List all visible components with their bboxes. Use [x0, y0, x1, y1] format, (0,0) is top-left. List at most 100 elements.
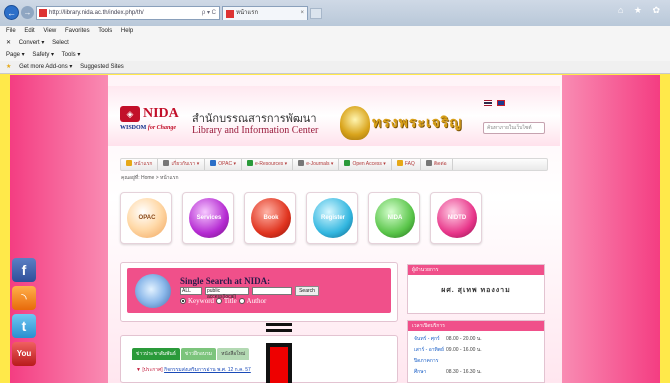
new-tab-button[interactable] — [310, 8, 322, 19]
nav-item[interactable]: e-Journals ▾ — [293, 159, 340, 170]
nav-item[interactable]: FAQ — [392, 159, 421, 170]
radio-keyword[interactable] — [180, 298, 186, 304]
radio-keyword-label: Keyword — [188, 297, 215, 305]
safety-menu[interactable]: Safety ▾ — [32, 52, 54, 58]
royal-banner-text: ทรงพระเจริญ — [372, 115, 463, 131]
command-bar-2: Page ▾ Safety ▾ Tools ▾ — [0, 49, 670, 61]
tab-title: หน้าแรก — [236, 10, 259, 16]
hours-row: ปิดภาคการศึกษา 08.30 - 16.30 น. — [414, 358, 482, 375]
quick-link-tile[interactable]: NIDA — [368, 192, 420, 244]
nav-item[interactable]: เกี่ยวกับเรา ▾ — [158, 159, 206, 170]
search-scope-select[interactable]: public access(local) — [205, 287, 249, 300]
nida-logo-icon[interactable]: ◈ — [120, 106, 140, 122]
nav-item-label: e-Journals ▾ — [306, 161, 334, 167]
forward-button[interactable]: → — [21, 6, 34, 19]
menu-tools[interactable]: Tools — [98, 28, 112, 34]
nav-item[interactable]: Open Access ▾ — [339, 159, 392, 170]
address-text: http://library.nida.ac.th/index.php/th/ — [49, 10, 144, 16]
tab-news[interactable]: ข่าวประชาสัมพันธ์ — [132, 348, 180, 360]
site-search-input[interactable]: ค้นหาภายในเว็บไซต์ — [483, 122, 545, 134]
radio-author[interactable] — [238, 298, 245, 304]
menu-favorites[interactable]: Favorites — [65, 28, 90, 34]
browser-tab[interactable]: หน้าแรก × — [222, 6, 308, 20]
hours-row: จันทร์ - ศุกร์ 08.00 - 20.00 น. — [414, 336, 482, 342]
language-switcher — [484, 100, 508, 108]
quick-link-icon: Services — [189, 198, 229, 238]
hours-list: จันทร์ - ศุกร์ 08.00 - 20.00 น. เสาร์ - อ… — [408, 331, 544, 381]
main-navbar: หน้าแรก เกี่ยวกับเรา ▾ OPAC ▾ e-Resources ▾… — [120, 158, 548, 171]
nav-item[interactable]: ติดต่อ — [421, 159, 453, 170]
favorites-star-icon[interactable]: ★ — [6, 64, 11, 70]
nav-item-icon — [396, 160, 403, 166]
tools-menu[interactable]: Tools ▾ — [62, 52, 81, 58]
director-panel: ผู้อำนวยการ ผศ. สุเทพ ทองงาม — [407, 264, 545, 314]
close-icon[interactable]: ✕ — [6, 40, 11, 46]
director-heading: ผู้อำนวยการ — [408, 265, 544, 275]
hours-heading: เวลาเปิดบริการ — [408, 321, 544, 331]
menu-view[interactable]: View — [43, 28, 56, 34]
tab-new-books[interactable]: หนังสือใหม่ — [217, 348, 250, 360]
thai-flag-icon[interactable] — [484, 100, 492, 106]
nav-item-label: ติดต่อ — [433, 161, 447, 167]
nav-item-label: OPAC ▾ — [218, 161, 236, 167]
menu-help[interactable]: Help — [121, 28, 133, 34]
search-disk-icon — [135, 274, 171, 308]
news-tabs: ข่าวประชาสัมพันธ์ ข่าวฝึกอบรม หนังสือใหม่ — [132, 348, 250, 360]
search-field-select[interactable]: ALL — [180, 287, 202, 295]
close-tab-icon[interactable]: × — [300, 7, 304, 20]
youtube-icon[interactable]: You — [12, 342, 36, 366]
nav-item[interactable]: e-Resources ▾ — [242, 159, 294, 170]
english-flag-icon[interactable] — [496, 100, 505, 106]
browser-toolbar-icons[interactable]: ⌂ ★ ✿ — [618, 5, 664, 16]
favorites-bar: ★ Get more Add-ons ▾ Suggested Sites — [0, 61, 670, 74]
search-button[interactable]: Search — [295, 286, 319, 296]
search-title: Single Search at NIDA: — [180, 276, 271, 286]
breadcrumb: คุณอยู่ที่: Home > หน้าแรก — [121, 175, 179, 181]
search-input[interactable] — [252, 287, 292, 295]
twitter-icon[interactable]: t — [12, 314, 36, 338]
back-button[interactable]: ← — [4, 5, 19, 20]
command-bar: ✕ Convert ▾ Select — [0, 37, 670, 49]
browser-titlebar: ← → http://library.nida.ac.th/index.php/… — [0, 0, 670, 26]
quick-link-tile[interactable]: Register — [306, 192, 358, 244]
facebook-icon[interactable]: f — [12, 258, 36, 282]
quick-link-tile[interactable]: OPAC — [120, 192, 172, 244]
radio-title[interactable] — [215, 298, 222, 304]
hours-row: เสาร์ - อาทิตย์ 09.00 - 16.00 น. — [414, 347, 482, 353]
director-name: ผศ. สุเทพ ทองงาม — [441, 287, 511, 294]
royal-emblem-icon — [340, 106, 370, 140]
news-item: ▼ [ประกาศ] กิจกรรมส่งเสริมการอ่าน พ.ศ. 1… — [136, 367, 251, 373]
quick-link-icon: OPAC — [127, 198, 167, 238]
quick-link-tile[interactable]: NIDTD — [430, 192, 482, 244]
hours-panel: เวลาเปิดบริการ จันทร์ - ศุกร์ 08.00 - 20.… — [407, 320, 545, 383]
page-menu[interactable]: Page ▾ — [6, 52, 25, 58]
nav-item[interactable]: หน้าแรก — [121, 159, 159, 170]
address-tools[interactable]: ρ ▾ C — [202, 7, 216, 19]
drag-handle-icon[interactable] — [266, 323, 292, 332]
nav-item-icon — [126, 160, 132, 166]
logo-text[interactable]: NIDA — [143, 106, 179, 122]
quick-link-tile[interactable]: Book — [244, 192, 296, 244]
radio-author-label: Author — [246, 297, 267, 305]
select-button[interactable]: Select — [52, 40, 69, 46]
nav-item-icon — [246, 160, 253, 166]
quick-link-tile[interactable]: Services — [182, 192, 234, 244]
convert-button[interactable]: Convert ▾ — [19, 40, 45, 46]
site-favicon-icon — [39, 9, 47, 17]
menu-file[interactable]: File — [6, 28, 16, 34]
radio-title-label: Title — [223, 297, 237, 305]
tab-training[interactable]: ข่าวฝึกอบรม — [180, 348, 217, 360]
get-addons-link[interactable]: Get more Add-ons ▾ — [19, 64, 72, 70]
scroll-thumb[interactable] — [266, 343, 292, 383]
news-link[interactable]: กิจกรรมส่งเสริมการอ่าน พ.ศ. 12 ก.ค. 57 — [164, 367, 251, 373]
rss-icon[interactable]: ◝ — [12, 286, 36, 310]
nav-item-label: FAQ — [404, 161, 415, 167]
search-type-radios: Keyword Title Author — [180, 297, 266, 305]
menu-edit[interactable]: Edit — [24, 28, 34, 34]
nav-item-label: Open Access ▾ — [352, 161, 386, 167]
quick-link-icon: NIDA — [375, 198, 415, 238]
suggested-sites-link[interactable]: Suggested Sites — [80, 64, 124, 70]
address-bar[interactable]: http://library.nida.ac.th/index.php/th/ … — [36, 6, 220, 20]
site-title-english: Library and Information Center — [192, 125, 319, 136]
nav-item[interactable]: OPAC ▾ — [205, 159, 242, 170]
